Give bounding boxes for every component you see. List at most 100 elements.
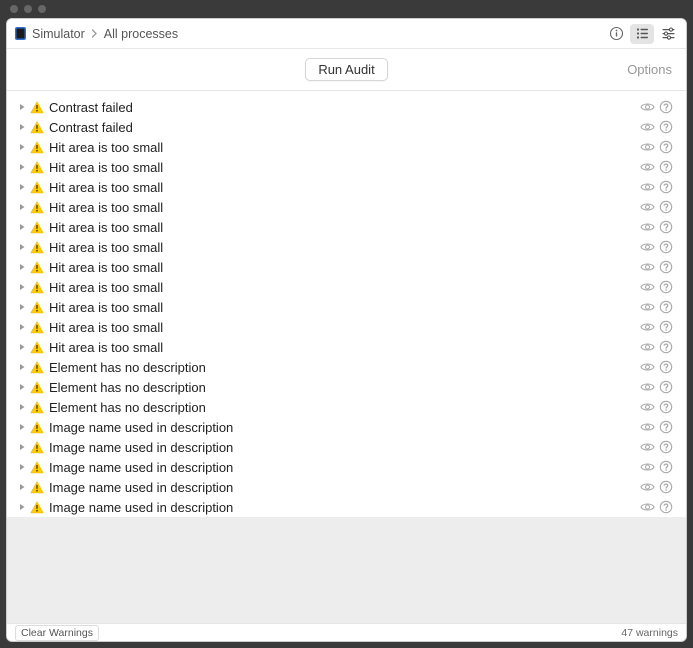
reveal-element-button[interactable]: [639, 339, 655, 355]
reveal-element-button[interactable]: [639, 299, 655, 315]
disclosure-triangle-icon[interactable]: [17, 263, 27, 271]
clear-warnings-button[interactable]: Clear Warnings: [15, 625, 99, 641]
disclosure-triangle-icon[interactable]: [17, 463, 27, 471]
issue-help-button[interactable]: [658, 339, 674, 355]
reveal-element-button[interactable]: [639, 399, 655, 415]
issue-help-button[interactable]: [658, 359, 674, 375]
disclosure-triangle-icon[interactable]: [17, 483, 27, 491]
disclosure-triangle-icon[interactable]: [17, 303, 27, 311]
issue-help-button[interactable]: [658, 219, 674, 235]
disclosure-triangle-icon[interactable]: [17, 323, 27, 331]
warnings-count-label: 47 warnings: [621, 627, 678, 639]
breadcrumb-item-processes[interactable]: All processes: [104, 27, 178, 41]
disclosure-triangle-icon[interactable]: [17, 283, 27, 291]
disclosure-triangle-icon[interactable]: [17, 383, 27, 391]
disclosure-triangle-icon[interactable]: [17, 183, 27, 191]
info-button[interactable]: [604, 24, 628, 44]
issue-help-button[interactable]: [658, 379, 674, 395]
reveal-element-button[interactable]: [639, 179, 655, 195]
issue-help-button[interactable]: [658, 319, 674, 335]
disclosure-triangle-icon[interactable]: [17, 243, 27, 251]
reveal-element-button[interactable]: [639, 199, 655, 215]
eye-icon: [640, 322, 655, 332]
issue-help-button[interactable]: [658, 119, 674, 135]
eye-icon: [640, 142, 655, 152]
issue-help-button[interactable]: [658, 199, 674, 215]
issue-help-button[interactable]: [658, 499, 674, 515]
reveal-element-button[interactable]: [639, 359, 655, 375]
issue-help-button[interactable]: [658, 459, 674, 475]
reveal-element-button[interactable]: [639, 139, 655, 155]
issue-help-button[interactable]: [658, 259, 674, 275]
disclosure-triangle-icon[interactable]: [17, 223, 27, 231]
issue-row[interactable]: Hit area is too small: [7, 297, 686, 317]
disclosure-triangle-icon[interactable]: [17, 403, 27, 411]
warning-icon: [29, 400, 44, 415]
reveal-element-button[interactable]: [639, 279, 655, 295]
reveal-element-button[interactable]: [639, 499, 655, 515]
issue-row[interactable]: Image name used in description: [7, 497, 686, 517]
issue-row[interactable]: Hit area is too small: [7, 137, 686, 157]
issue-row[interactable]: Image name used in description: [7, 417, 686, 437]
issue-row[interactable]: Element has no description: [7, 377, 686, 397]
issue-help-button[interactable]: [658, 99, 674, 115]
reveal-element-button[interactable]: [639, 319, 655, 335]
issue-help-button[interactable]: [658, 139, 674, 155]
issue-row[interactable]: Hit area is too small: [7, 177, 686, 197]
disclosure-triangle-icon[interactable]: [17, 363, 27, 371]
issue-row[interactable]: Image name used in description: [7, 457, 686, 477]
issue-help-button[interactable]: [658, 439, 674, 455]
disclosure-triangle-icon[interactable]: [17, 343, 27, 351]
issue-help-button[interactable]: [658, 419, 674, 435]
close-window-button[interactable]: [10, 5, 18, 13]
issue-row[interactable]: Contrast failed: [7, 117, 686, 137]
options-button[interactable]: Options: [627, 62, 672, 77]
disclosure-triangle-icon[interactable]: [17, 443, 27, 451]
issue-help-button[interactable]: [658, 239, 674, 255]
reveal-element-button[interactable]: [639, 479, 655, 495]
reveal-element-button[interactable]: [639, 459, 655, 475]
issue-label: Image name used in description: [49, 500, 639, 515]
issue-row[interactable]: Image name used in description: [7, 437, 686, 457]
disclosure-triangle-icon[interactable]: [17, 423, 27, 431]
minimize-window-button[interactable]: [24, 5, 32, 13]
issue-row[interactable]: Hit area is too small: [7, 337, 686, 357]
reveal-element-button[interactable]: [639, 99, 655, 115]
reveal-element-button[interactable]: [639, 259, 655, 275]
issue-help-button[interactable]: [658, 299, 674, 315]
issue-row[interactable]: Hit area is too small: [7, 197, 686, 217]
reveal-element-button[interactable]: [639, 379, 655, 395]
issue-row[interactable]: Element has no description: [7, 357, 686, 377]
issue-help-button[interactable]: [658, 279, 674, 295]
reveal-element-button[interactable]: [639, 239, 655, 255]
audit-view-button[interactable]: [630, 24, 654, 44]
breadcrumb-item-simulator[interactable]: Simulator: [32, 27, 85, 41]
disclosure-triangle-icon[interactable]: [17, 123, 27, 131]
issue-row[interactable]: Contrast failed: [7, 97, 686, 117]
reveal-element-button[interactable]: [639, 119, 655, 135]
issue-help-button[interactable]: [658, 179, 674, 195]
issue-row[interactable]: Hit area is too small: [7, 277, 686, 297]
disclosure-triangle-icon[interactable]: [17, 163, 27, 171]
issue-row[interactable]: Hit area is too small: [7, 317, 686, 337]
issue-help-button[interactable]: [658, 399, 674, 415]
disclosure-triangle-icon[interactable]: [17, 143, 27, 151]
issue-row[interactable]: Element has no description: [7, 397, 686, 417]
issue-row[interactable]: Hit area is too small: [7, 217, 686, 237]
reveal-element-button[interactable]: [639, 439, 655, 455]
issue-help-button[interactable]: [658, 479, 674, 495]
issue-row[interactable]: Hit area is too small: [7, 257, 686, 277]
issue-row[interactable]: Hit area is too small: [7, 237, 686, 257]
filter-settings-button[interactable]: [656, 24, 680, 44]
disclosure-triangle-icon[interactable]: [17, 203, 27, 211]
zoom-window-button[interactable]: [38, 5, 46, 13]
issue-row[interactable]: Image name used in description: [7, 477, 686, 497]
issue-row[interactable]: Hit area is too small: [7, 157, 686, 177]
disclosure-triangle-icon[interactable]: [17, 103, 27, 111]
disclosure-triangle-icon[interactable]: [17, 503, 27, 511]
reveal-element-button[interactable]: [639, 219, 655, 235]
run-audit-button[interactable]: Run Audit: [305, 58, 387, 81]
reveal-element-button[interactable]: [639, 159, 655, 175]
reveal-element-button[interactable]: [639, 419, 655, 435]
issue-help-button[interactable]: [658, 159, 674, 175]
